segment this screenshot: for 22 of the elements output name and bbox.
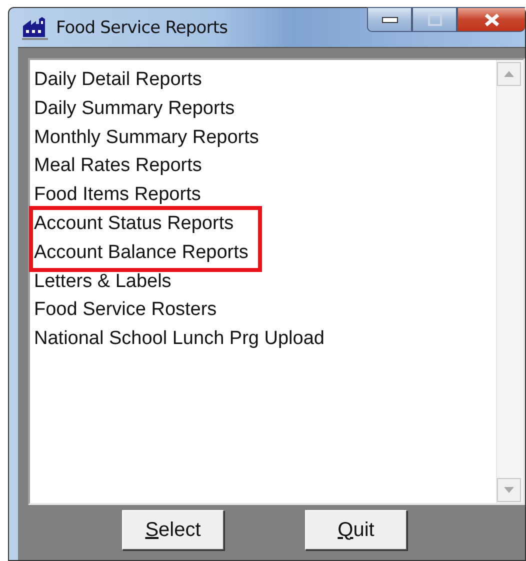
close-icon — [484, 12, 500, 26]
list-item[interactable]: Food Items Reports — [34, 181, 201, 210]
window-title: Food Service Reports — [56, 18, 228, 38]
list-item[interactable]: Food Service Rosters — [34, 296, 217, 326]
list-item[interactable]: Daily Summary Reports — [34, 94, 235, 124]
list-item[interactable]: Meal Rates Reports — [34, 152, 202, 182]
down-arrow-icon — [504, 487, 514, 493]
list-item[interactable]: Letters & Labels — [34, 268, 172, 296]
list-item[interactable]: Account Balance Reports — [34, 238, 248, 268]
minimize-button[interactable] — [367, 7, 412, 32]
list-item[interactable]: Monthly Summary Reports — [34, 124, 259, 152]
list-item[interactable]: National School Lunch Prg Upload — [34, 325, 324, 354]
select-button[interactable]: Select — [122, 510, 224, 550]
minimize-icon — [382, 16, 398, 22]
close-button[interactable] — [457, 7, 525, 32]
building-icon — [22, 16, 48, 40]
quit-button[interactable]: Quit — [305, 510, 407, 550]
maximize-icon — [428, 14, 442, 26]
maximize-button[interactable] — [412, 7, 457, 32]
list-item[interactable]: Daily Detail Reports — [34, 66, 202, 95]
up-arrow-icon — [504, 71, 514, 77]
list-item[interactable]: Account Status Reports — [34, 210, 234, 239]
